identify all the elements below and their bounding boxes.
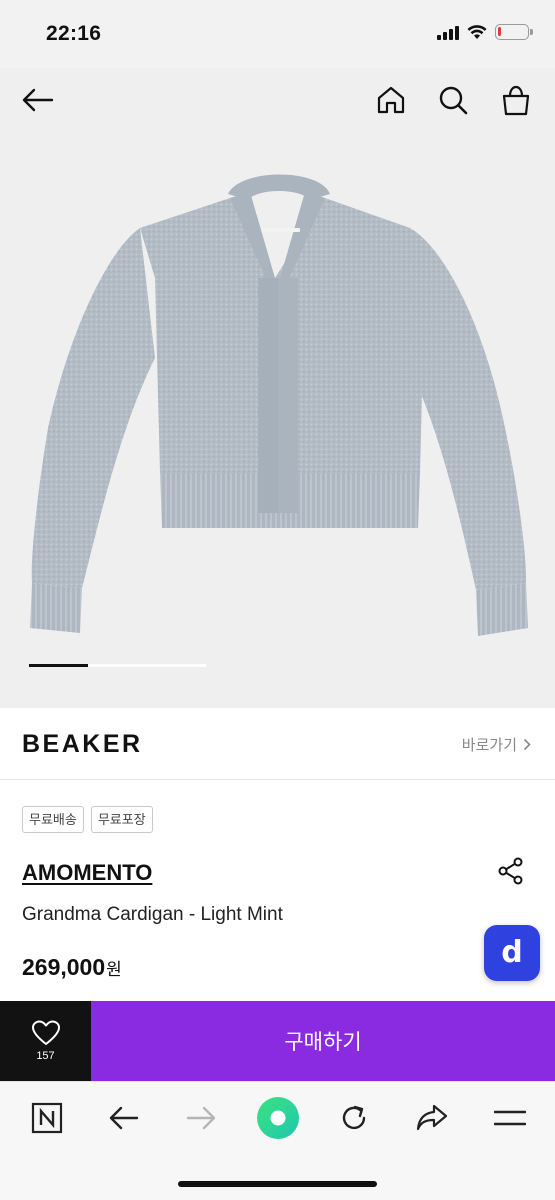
refresh-button[interactable] <box>334 1098 374 1138</box>
status-bar: 22:16 <box>0 0 555 68</box>
wifi-icon <box>467 25 487 39</box>
battery-icon <box>495 24 533 40</box>
menu-icon <box>494 1110 526 1126</box>
chevron-right-icon <box>523 738 531 751</box>
back-button[interactable] <box>20 82 56 118</box>
price-value: 269,000 <box>22 954 106 980</box>
share-button[interactable] <box>496 856 526 886</box>
green-dot-button[interactable] <box>256 1096 300 1140</box>
refresh-icon <box>342 1105 366 1130</box>
share-icon <box>498 857 523 885</box>
share-page-button[interactable] <box>412 1098 452 1138</box>
product-tags: 무료배송 무료포장 <box>22 806 153 833</box>
pager-track <box>88 664 206 667</box>
chat-fab-letter: d <box>501 935 523 970</box>
tag-free-wrapping: 무료포장 <box>90 806 153 833</box>
browser-forward-button[interactable] <box>181 1098 221 1138</box>
chat-fab-button[interactable]: d <box>484 925 540 981</box>
shopping-bag-icon <box>502 85 530 116</box>
product-image <box>30 174 528 636</box>
pager-active-indicator <box>29 664 88 667</box>
brand-row: BEAKER 바로가기 <box>0 708 555 780</box>
brand-shortcut-link[interactable]: 바로가기 <box>462 734 531 755</box>
home-icon <box>377 86 405 114</box>
back-arrow-icon <box>109 1106 139 1130</box>
top-navigation <box>0 68 555 132</box>
green-dot-icon <box>257 1097 299 1139</box>
buy-button[interactable]: 구매하기 <box>91 1001 555 1081</box>
home-indicator[interactable] <box>178 1181 377 1187</box>
menu-button[interactable] <box>490 1098 530 1138</box>
battery-level <box>498 27 501 36</box>
status-time: 22:16 <box>46 22 102 45</box>
share-arrow-icon <box>416 1104 448 1131</box>
naver-icon <box>31 1102 63 1134</box>
home-button[interactable] <box>373 82 409 118</box>
tag-free-shipping: 무료배송 <box>22 806 84 833</box>
product-price: 269,000원 <box>22 954 122 981</box>
search-button[interactable] <box>435 82 471 118</box>
search-icon <box>439 86 468 115</box>
brand-logo: BEAKER <box>22 730 143 758</box>
status-icons <box>437 24 533 40</box>
product-image-gallery[interactable] <box>0 68 555 708</box>
cart-button[interactable] <box>498 82 534 118</box>
product-brand-link[interactable]: AMOMENTO <box>22 860 152 886</box>
forward-arrow-icon <box>186 1106 216 1130</box>
browser-toolbar <box>0 1081 555 1200</box>
like-button[interactable]: 157 <box>0 1001 91 1081</box>
product-name: Grandma Cardigan - Light Mint <box>22 904 283 925</box>
price-currency: 원 <box>106 960 122 979</box>
naver-home-button[interactable] <box>27 1098 67 1138</box>
heart-icon <box>31 1020 60 1045</box>
like-count: 157 <box>36 1050 55 1062</box>
arrow-left-icon <box>22 88 54 112</box>
signal-icon <box>437 24 459 40</box>
gallery-pager <box>29 664 206 667</box>
brand-shortcut-label: 바로가기 <box>461 737 517 754</box>
browser-back-button[interactable] <box>104 1098 144 1138</box>
